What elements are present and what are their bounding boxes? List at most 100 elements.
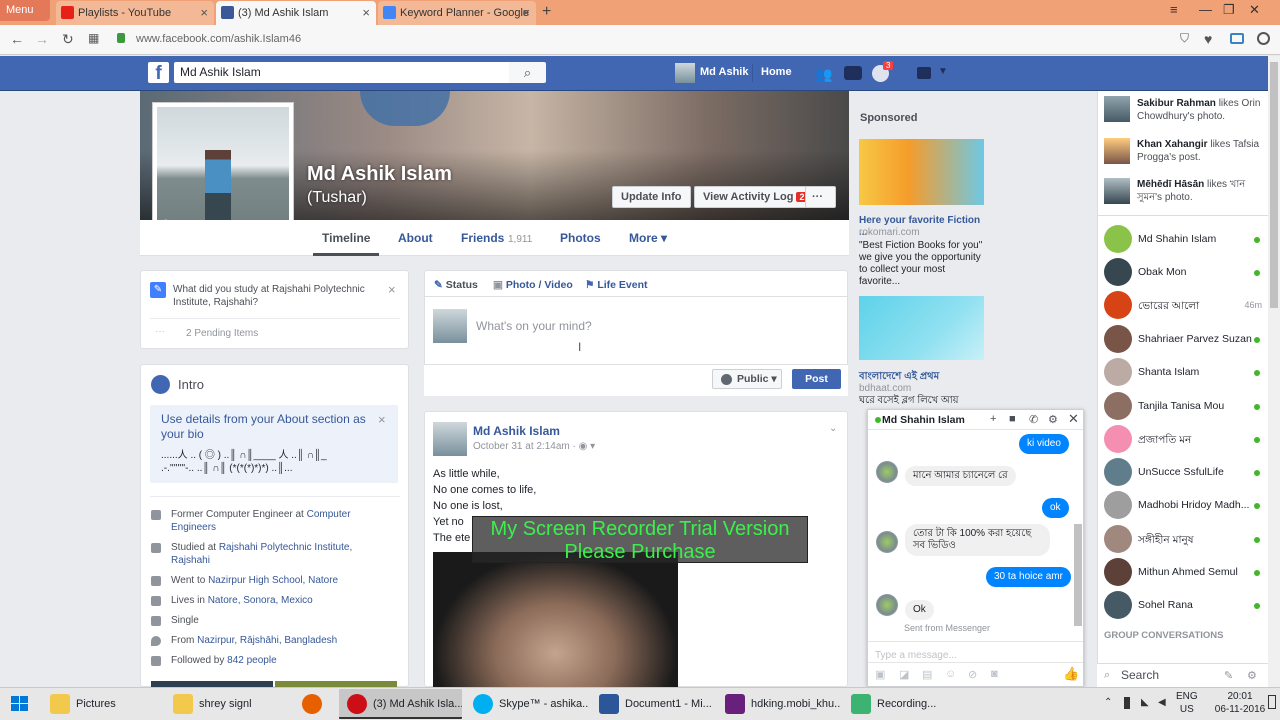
avatar[interactable] <box>876 461 898 483</box>
ad-image[interactable] <box>859 296 984 360</box>
emoji-icon[interactable]: ☺ <box>945 668 956 680</box>
facebook-logo-icon[interactable]: f <box>148 62 169 84</box>
maximize-icon[interactable]: ❐ <box>1223 2 1235 18</box>
page-scrollbar-thumb[interactable] <box>1270 62 1278 308</box>
minimize-icon[interactable]: — <box>1199 2 1212 17</box>
windows-start-icon[interactable] <box>0 687 40 720</box>
question-text[interactable]: What did you study at Rajshahi Polytechn… <box>173 283 373 309</box>
tab-friends[interactable]: Friends <box>461 231 504 245</box>
taskbar-item-recorder[interactable]: Recording... <box>843 689 966 719</box>
volume-icon[interactable]: ◀ <box>1158 697 1166 708</box>
composer-tab-life-event[interactable]: ⚑ Life Event <box>585 279 648 291</box>
contact-item[interactable]: Tanjila Tanisa Mou <box>1104 392 1264 420</box>
browser-tab-facebook[interactable]: (3) Md Ashik Islam × <box>216 1 376 25</box>
taskbar-item-word[interactable]: Document1 - Mi... <box>591 689 714 719</box>
contact-item[interactable]: Obak Mon <box>1104 258 1264 286</box>
followers-link[interactable]: 842 people <box>227 655 277 666</box>
close-icon[interactable]: × <box>522 5 530 20</box>
tab-about[interactable]: About <box>398 231 433 245</box>
contact-item[interactable]: সঙ্গীহীন মানুষ <box>1104 525 1264 553</box>
action-center-icon[interactable] <box>1268 695 1276 709</box>
post-author[interactable]: Md Ashik Islam <box>473 424 560 438</box>
contact-item[interactable]: Madhobi Hridoy Madh... <box>1104 491 1264 519</box>
wifi-icon[interactable]: ◣ <box>1141 697 1149 708</box>
composer-tab-photo-video[interactable]: ▣ Photo / Video <box>493 279 573 291</box>
close-window-icon[interactable]: ✕ <box>1249 2 1260 18</box>
close-icon[interactable]: × <box>388 282 396 297</box>
contact-item[interactable]: UnSucce SsfulLife <box>1104 458 1264 486</box>
new-tab-button[interactable]: + <box>542 3 551 21</box>
ticker-item[interactable]: Khan Xahangir likes Tafsia Progga's post… <box>1137 138 1262 164</box>
chat-scrollbar[interactable] <box>1074 524 1082 626</box>
bio-prompt-text[interactable]: Use details from your About section as y… <box>161 412 371 442</box>
pending-items-link[interactable]: 2 Pending Items <box>186 328 258 339</box>
new-message-icon[interactable]: ✎ <box>1224 669 1233 682</box>
taskbar-item-folder[interactable]: shrey signl <box>165 689 285 719</box>
chevron-down-icon[interactable]: ⌄ <box>829 423 837 434</box>
options-icon[interactable]: ⚙ <box>1247 669 1257 682</box>
ad-title[interactable]: বাংলাদেশে এই প্রথম <box>859 371 989 383</box>
contact-item[interactable]: Shanta Islam <box>1104 358 1264 386</box>
sidebar-search-input[interactable]: ⌕ Search <box>1097 663 1268 687</box>
close-icon[interactable]: × <box>362 5 370 20</box>
sidebar-toggle-icon[interactable] <box>1230 33 1244 44</box>
taskbar-item-firefox[interactable] <box>288 689 336 719</box>
browser-tab-keyword-planner[interactable]: Keyword Planner - Google × <box>378 1 536 25</box>
close-icon[interactable]: ✕ <box>1068 411 1079 427</box>
url-field[interactable]: www.facebook.com/ashik.Islam46 <box>136 33 301 45</box>
profile-name[interactable]: Md Ashik Islam <box>307 163 452 186</box>
sticker-icon[interactable]: ◪ <box>899 668 909 681</box>
nav-home-link[interactable]: Home <box>761 66 792 78</box>
tabs-menu-icon[interactable]: ≡ <box>1170 2 1178 17</box>
status-input[interactable]: What's on your mind? <box>476 319 592 333</box>
nav-profile-link[interactable]: Md Ashik <box>700 66 749 78</box>
speed-dial-icon[interactable]: ▦ <box>88 31 99 45</box>
from-link[interactable]: Nazirpur, Rājshāhi, Bangladesh <box>197 635 337 646</box>
avatar[interactable] <box>876 594 898 616</box>
taskbar-item-opera[interactable]: (3) Md Ashik Isla... <box>339 689 462 719</box>
taskbar-item-visual-studio[interactable]: hdking.mobi_khu... <box>717 689 840 719</box>
activity-log-button[interactable]: View Activity Log 2 <box>694 186 817 208</box>
phone-icon[interactable]: ✆ <box>1029 413 1038 426</box>
update-info-button[interactable]: Update Info <box>612 186 691 208</box>
contact-item[interactable]: Sohel Rana <box>1104 591 1264 619</box>
avatar[interactable] <box>1104 96 1130 122</box>
battery-icon[interactable] <box>1124 697 1130 709</box>
like-icon[interactable]: 👍 <box>1063 666 1079 682</box>
messages-icon[interactable] <box>844 66 862 80</box>
composer-tab-status[interactable]: ✎ Status <box>434 279 478 291</box>
profile-icon[interactable] <box>1257 32 1270 45</box>
contact-item[interactable]: Shahriaer Parvez Suzan <box>1104 325 1264 353</box>
avatar[interactable] <box>433 309 467 343</box>
avatar[interactable] <box>675 63 695 83</box>
photo-icon[interactable]: ▣ <box>875 668 885 681</box>
tray-chevron-icon[interactable]: ⌃ <box>1104 697 1112 708</box>
friend-requests-icon[interactable]: 👥 <box>815 66 832 83</box>
tab-more[interactable]: More ▾ <box>629 231 667 245</box>
post-photo[interactable] <box>433 552 678 687</box>
reload-icon[interactable]: ↻ <box>62 31 74 48</box>
school-link[interactable]: Nazirpur High School, Natore <box>208 575 338 586</box>
contact-item[interactable]: প্রজাপতি মন <box>1104 425 1264 453</box>
heart-icon[interactable]: ♥ <box>1204 31 1212 47</box>
attachment-icon[interactable]: ⊘ <box>968 668 977 681</box>
search-input[interactable]: Md Ashik Islam <box>174 62 510 83</box>
chat-contact-name[interactable]: Md Shahin Islam <box>882 414 965 426</box>
avatar[interactable] <box>1104 138 1130 164</box>
back-icon[interactable]: ← <box>10 31 24 47</box>
shield-icon[interactable]: ⛉ <box>1180 31 1189 46</box>
more-options-button[interactable]: ··· <box>805 186 836 208</box>
search-icon[interactable]: ⌕ <box>509 62 546 83</box>
contact-item[interactable]: Md Shahin Islam <box>1104 225 1264 253</box>
tab-photos[interactable]: Photos <box>560 231 601 245</box>
add-people-icon[interactable]: + <box>990 413 996 425</box>
contact-item[interactable]: Mithun Ahmed Semul <box>1104 558 1264 586</box>
system-clock[interactable]: 20:01 06-11-2016 <box>1212 690 1268 716</box>
browser-tab-youtube[interactable]: Playlists - YouTube × <box>56 1 214 25</box>
browser-menu-button[interactable]: Menu <box>0 0 50 21</box>
input-language[interactable]: ENG US <box>1176 690 1198 716</box>
taskbar-item-pictures[interactable]: Pictures <box>42 689 162 719</box>
close-icon[interactable]: × <box>200 5 208 20</box>
ticker-item[interactable]: Sakibur Rahman likes Orin Chowdhury's ph… <box>1137 97 1262 123</box>
post-timestamp[interactable]: October 31 at 2:14am · ◉ ▾ <box>473 441 595 452</box>
